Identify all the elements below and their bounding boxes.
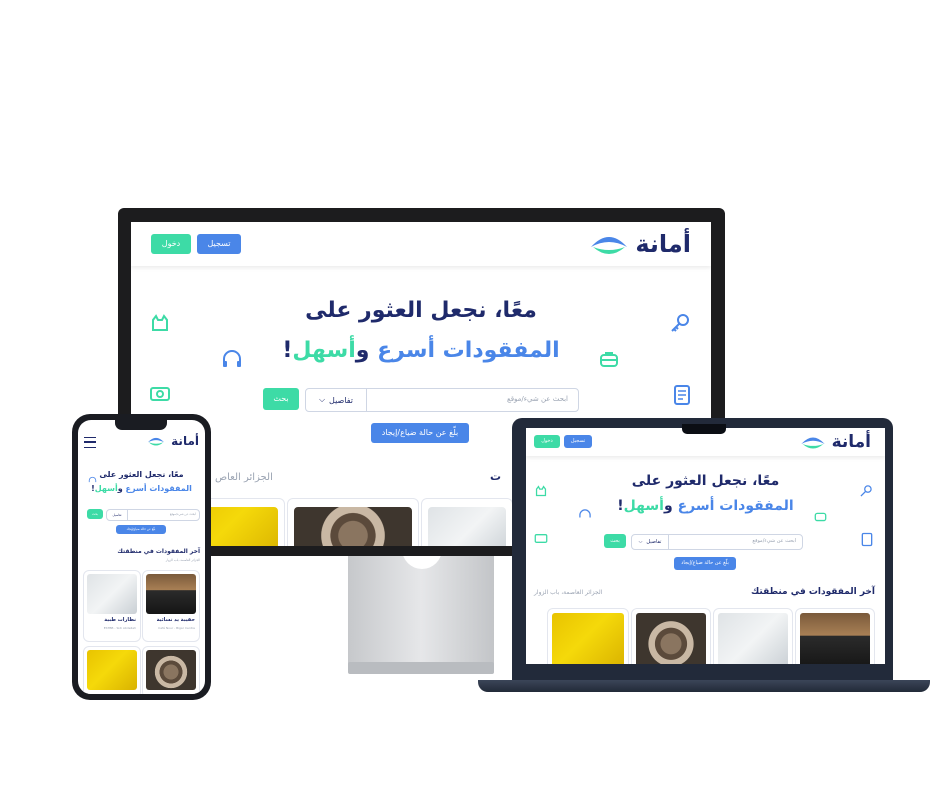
search-input[interactable]: ابحث عن شيء/موقع — [507, 395, 568, 403]
latest-title: آخر المفقودات في منطقتك — [751, 587, 875, 597]
item-card[interactable] — [631, 608, 711, 664]
chevron-down-icon: ⌵ — [318, 395, 326, 404]
item-photo — [636, 613, 706, 664]
key-icon — [860, 485, 872, 497]
hero-title-line1: معًا، نجعل العثور على — [305, 298, 537, 323]
login-button[interactable]: دخول — [151, 234, 191, 254]
search-bar: ابحث عن شيء/موقع تفاصيل — [106, 509, 200, 521]
item-title: نظارات طبية — [104, 617, 136, 623]
phone-notch — [115, 420, 167, 430]
details-select-label: تفاصيل — [329, 395, 354, 405]
search-button[interactable]: بحث — [604, 534, 626, 548]
logo[interactable]: أمانة — [800, 432, 871, 452]
chevron-down-icon: ⌵ — [638, 539, 643, 545]
laptop-screen: أمانة تسجيل دخول معًا، نجعل العثور على ا… — [526, 428, 885, 664]
briefcase-icon — [814, 512, 827, 522]
logo[interactable]: أمانة — [589, 230, 691, 258]
item-photo — [718, 613, 788, 664]
document-icon — [674, 385, 690, 405]
item-location: ESTBB - Sidi Abdellah — [103, 626, 136, 630]
logo-text: أمانة — [171, 434, 199, 448]
item-card[interactable] — [795, 608, 875, 664]
item-card[interactable] — [83, 646, 141, 694]
key-icon — [671, 314, 689, 332]
item-title: حقيبة يد نسائية — [156, 617, 195, 623]
item-card[interactable] — [713, 608, 793, 664]
headphones-icon — [88, 476, 97, 483]
report-button[interactable]: بلّغ عن حالة ضياع/إيجاد — [674, 557, 736, 570]
headphones-icon — [579, 509, 591, 518]
hero-title-line1: معًا، نجعل العثور على — [99, 470, 184, 479]
item-card[interactable] — [287, 498, 419, 546]
register-button[interactable]: تسجيل — [564, 435, 592, 448]
monitor-stand — [348, 555, 494, 667]
hero-title-line1: معًا، نجعل العثور على — [631, 473, 780, 489]
search-bar: ابحث عن شيء/موقع تفاصيل ⌵ — [305, 388, 579, 412]
latest-title: ت — [489, 470, 501, 483]
logo-text: أمانة — [831, 432, 871, 452]
item-photo — [146, 574, 196, 614]
laptop-notch — [682, 424, 726, 434]
item-photo — [294, 507, 412, 546]
menu-icon[interactable] — [84, 437, 96, 448]
details-select[interactable]: تفاصيل ⌵ — [306, 389, 367, 411]
latest-location: الجزائر العاصمة، باب الزوار — [534, 589, 603, 596]
latest-location: الجزائر العاصمة، باب الزوار — [165, 558, 200, 562]
item-location: Café Nour - Bigar Centre — [158, 626, 195, 630]
phone-screen: أمانة معًا، نجعل العثور على المفقودات أس… — [78, 420, 205, 694]
logo-mark-icon — [148, 437, 165, 446]
monitor-stand-base — [348, 662, 494, 674]
navbar: أمانة تسجيل دخول — [131, 222, 711, 266]
item-photo — [428, 507, 506, 546]
money-icon — [150, 387, 170, 401]
laptop-base — [478, 680, 930, 692]
report-button[interactable]: بلّغ عن حالة ضياع/إيجاد — [116, 525, 166, 534]
search-button[interactable]: بحث — [87, 509, 103, 519]
headphones-icon — [223, 350, 241, 367]
item-photo — [800, 613, 870, 664]
report-button[interactable]: بلّغ عن حالة ضياع/إيجاد — [371, 423, 469, 443]
item-photo — [552, 613, 624, 664]
cat-icon — [152, 314, 168, 331]
money-icon — [534, 534, 548, 543]
hero-title-line2: المفقودات أسرع وأسهل! — [91, 484, 192, 493]
item-photo — [87, 650, 137, 690]
search-bar: ابحث عن شيء/موقع تفاصيل ⌵ — [631, 534, 803, 550]
search-input[interactable]: ابحث عن شيء/موقع — [752, 538, 796, 544]
hero-title-line2: المفقودات أسرع وأسهل! — [282, 338, 560, 363]
details-select[interactable]: تفاصيل — [107, 510, 128, 520]
item-card[interactable] — [547, 608, 629, 664]
item-card[interactable] — [421, 498, 513, 546]
search-input[interactable]: ابحث عن شيء/موقع — [170, 512, 196, 516]
briefcase-icon — [600, 352, 618, 367]
login-button[interactable]: دخول — [534, 435, 560, 448]
register-button[interactable]: تسجيل — [197, 234, 241, 254]
search-button[interactable]: بحث — [263, 388, 299, 410]
logo-mark-icon — [800, 437, 825, 449]
latest-title: آخر المفقودات في منطقتك — [117, 548, 200, 555]
logo-text: أمانة — [635, 230, 691, 258]
document-icon — [861, 532, 873, 547]
details-select-label: تفاصيل — [646, 539, 662, 545]
details-select-label: تفاصيل — [112, 513, 122, 517]
logo-mark-icon — [591, 237, 628, 254]
cat-icon — [535, 485, 547, 497]
logo[interactable]: أمانة — [147, 434, 199, 448]
item-photo — [146, 650, 196, 690]
item-photo — [87, 574, 137, 614]
item-card[interactable]: حقيبة يد نسائية Café Nour - Bigar Centre — [142, 570, 200, 642]
latest-location: الجزائر العاص — [215, 472, 273, 483]
details-select[interactable]: تفاصيل ⌵ — [632, 535, 669, 549]
item-card[interactable] — [142, 646, 200, 694]
item-card[interactable]: نظارات طبية ESTBB - Sidi Abdellah — [83, 570, 141, 642]
